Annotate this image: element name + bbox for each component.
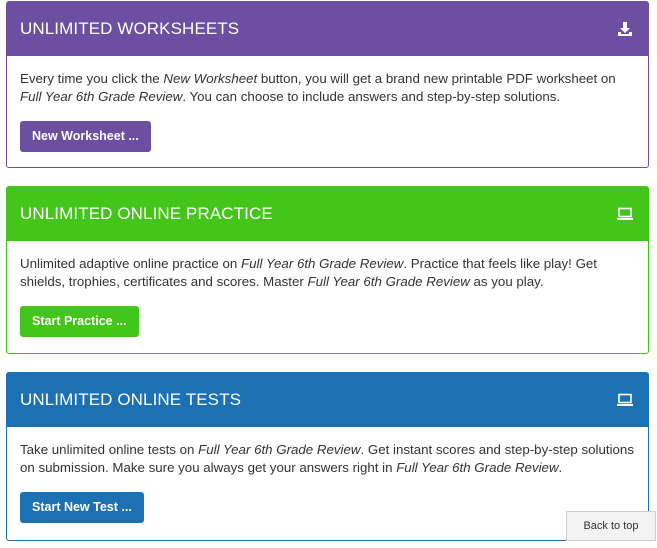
practice-card-body: Unlimited adaptive online practice on Fu…: [7, 241, 648, 337]
worksheets-card: UNLIMITED WORKSHEETS Every time you clic…: [6, 1, 649, 168]
practice-card-header: UNLIMITED ONLINE PRACTICE: [7, 187, 648, 241]
tests-description: Take unlimited online tests on Full Year…: [20, 442, 634, 475]
new-worksheet-button[interactable]: New Worksheet ...: [20, 121, 151, 152]
back-to-top-button[interactable]: Back to top: [566, 511, 656, 541]
tests-card-title: UNLIMITED ONLINE TESTS: [20, 390, 242, 409]
tests-card-body: Take unlimited online tests on Full Year…: [7, 427, 648, 523]
tests-card: UNLIMITED ONLINE TESTS Take unlimited on…: [6, 372, 649, 541]
laptop-icon: [616, 205, 634, 223]
laptop-icon: [616, 391, 634, 409]
worksheets-card-header: UNLIMITED WORKSHEETS: [7, 2, 648, 56]
worksheets-card-title: UNLIMITED WORKSHEETS: [20, 19, 240, 38]
practice-card-title: UNLIMITED ONLINE PRACTICE: [20, 204, 273, 223]
tests-card-header: UNLIMITED ONLINE TESTS: [7, 373, 648, 427]
worksheets-description: Every time you click the New Worksheet b…: [20, 71, 616, 104]
practice-description: Unlimited adaptive online practice on Fu…: [20, 256, 598, 289]
practice-card: UNLIMITED ONLINE PRACTICE Unlimited adap…: [6, 186, 649, 354]
download-icon[interactable]: [616, 20, 634, 38]
start-practice-button[interactable]: Start Practice ...: [20, 306, 139, 337]
worksheets-card-body: Every time you click the New Worksheet b…: [7, 56, 648, 152]
start-new-test-button[interactable]: Start New Test ...: [20, 492, 144, 523]
